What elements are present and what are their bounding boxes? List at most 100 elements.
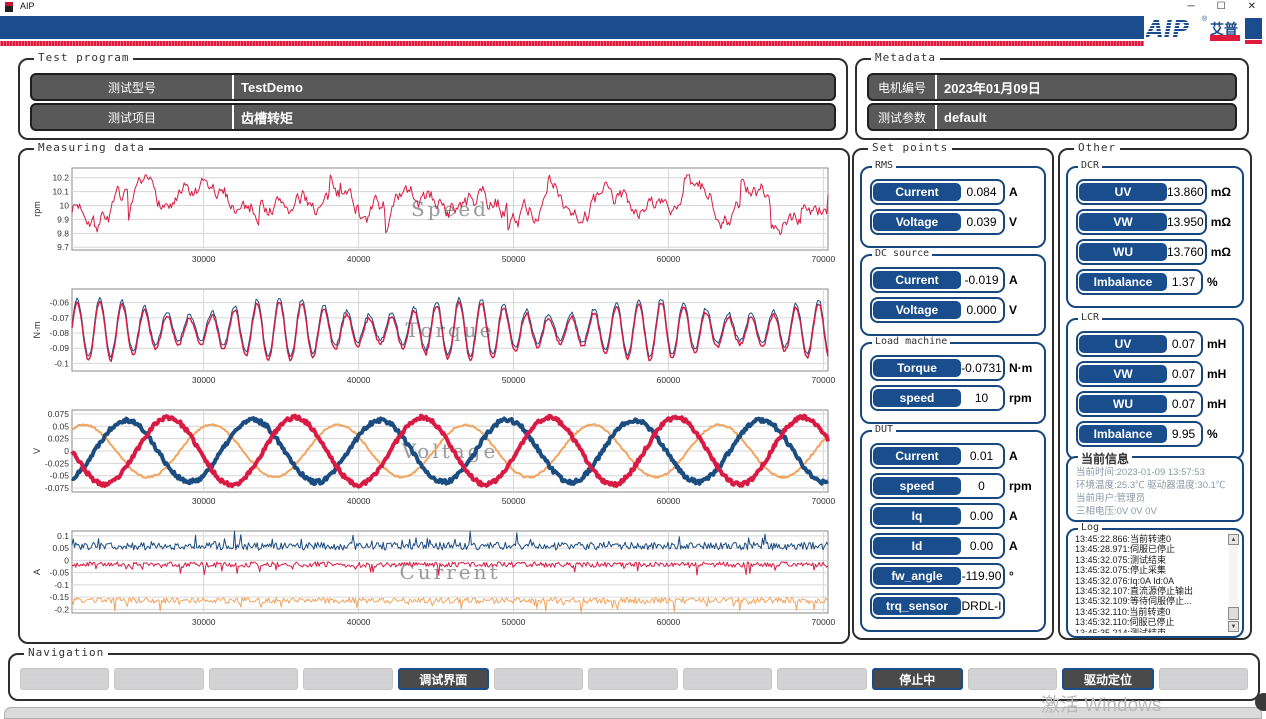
nav-button-disabled-4[interactable] xyxy=(303,668,392,690)
field-frame: Current-0.019 xyxy=(870,267,1005,293)
log-title: Log xyxy=(1078,522,1102,533)
svg-text:40000: 40000 xyxy=(347,254,371,264)
field-value[interactable]: 0.01 xyxy=(961,449,1002,463)
field-value[interactable]: 0.000 xyxy=(961,303,1002,317)
setpoint-load-machine-group: Load machineTorque-0.0731N·mspeed10rpm xyxy=(860,342,1046,424)
nav-button-disabled-11[interactable] xyxy=(968,668,1057,690)
minimize-button[interactable]: ─ xyxy=(1188,0,1195,14)
nav-button-disabled-2[interactable] xyxy=(114,668,203,690)
chart-voltage: 0.0750.050.0250-0.025-0.05-0.07530000400… xyxy=(28,404,840,525)
nav-button-disabled-8[interactable] xyxy=(683,668,772,690)
lcr-title: LCR xyxy=(1078,312,1102,323)
svg-text:10.1: 10.1 xyxy=(52,187,69,197)
group-title: Test program xyxy=(34,51,133,64)
log-list[interactable]: 13:45:22.866:当前转速013:45:28.971:伺服已停止13:4… xyxy=(1075,534,1224,633)
svg-text:0.05: 0.05 xyxy=(52,543,69,553)
lcr-row-imbalance: Imbalance9.95% xyxy=(1076,422,1234,446)
log-scrollbar[interactable]: ▲ ▼ xyxy=(1228,534,1239,632)
group-title: Metadata xyxy=(871,51,940,64)
nav-button-disabled-3[interactable] xyxy=(209,668,298,690)
field-label: VW xyxy=(1079,365,1167,383)
test-model-value[interactable]: TestDemo xyxy=(234,75,834,99)
nav-button-disabled-1[interactable] xyxy=(20,668,109,690)
field-frame: Imbalance1.37 xyxy=(1076,269,1203,295)
field-frame: VW0.07 xyxy=(1076,361,1203,387)
nav-button-disabled-9[interactable] xyxy=(777,668,866,690)
nav-button-drive-positioning[interactable]: 驱动定位 xyxy=(1062,668,1153,690)
lcr-row-uv: UV0.07mH xyxy=(1076,332,1234,356)
setpoint-dut-row-current: Current0.01A xyxy=(870,444,1036,468)
log-entry: 13:45:32.075:停止采集 xyxy=(1075,565,1224,575)
field-frame: fw_angle-119.90 xyxy=(870,563,1005,589)
svg-text:10: 10 xyxy=(60,201,70,211)
test-param-value[interactable]: default xyxy=(937,105,1235,129)
setpoint-dc-source-group: DC sourceCurrent-0.019AVoltage0.000V xyxy=(860,254,1046,336)
svg-text:9.9: 9.9 xyxy=(57,214,69,224)
log-entry: 13:45:28.971:伺服已停止 xyxy=(1075,544,1224,554)
current-info-box: 当前信息 当前时间:2023-01-09 13:57:53环境温度:25.3℃ … xyxy=(1066,456,1244,522)
svg-text:50000: 50000 xyxy=(502,617,526,627)
brand-banner-stripe xyxy=(0,41,1150,46)
scrollbar-thumb[interactable] xyxy=(1228,607,1239,620)
svg-text:50000: 50000 xyxy=(502,375,526,385)
field-label: trq_sensor xyxy=(873,597,961,615)
scroll-down-icon[interactable]: ▼ xyxy=(1228,621,1239,632)
field-value[interactable]: -0.0731 xyxy=(961,361,1002,375)
setpoint-dc-source-row-current: Current-0.019 A xyxy=(870,268,1036,292)
field-unit: A xyxy=(1009,273,1036,287)
field-value[interactable]: 0.00 xyxy=(961,509,1002,523)
field-value[interactable]: 0 xyxy=(961,479,1002,493)
field-label: Id xyxy=(873,537,961,555)
field-unit: A xyxy=(1009,509,1036,523)
field-value[interactable]: 10 xyxy=(961,391,1002,405)
svg-text:50000: 50000 xyxy=(502,496,526,506)
svg-text:-0.025: -0.025 xyxy=(45,458,69,468)
field-unit: V xyxy=(1009,215,1036,229)
svg-text:70000: 70000 xyxy=(812,254,836,264)
field-value[interactable]: DRDL-I xyxy=(961,599,1002,613)
field-value[interactable]: 0.084 xyxy=(961,185,1002,199)
field-value[interactable]: 0.039 xyxy=(961,215,1002,229)
field-label: UV xyxy=(1079,335,1167,353)
motor-id-value[interactable]: 2023年01月09日 xyxy=(937,75,1235,99)
field-value[interactable]: 0.00 xyxy=(961,539,1002,553)
group-title: Set points xyxy=(868,141,952,154)
test-param-row: 测试参数 default xyxy=(867,103,1237,131)
test-item-value[interactable]: 齿槽转矩 xyxy=(234,105,834,129)
nav-button-stopping[interactable]: 停止中 xyxy=(872,668,963,690)
nav-button-debug-interface[interactable]: 调试界面 xyxy=(398,668,489,690)
maximize-button[interactable]: ☐ xyxy=(1217,0,1226,14)
field-value: 9.95 xyxy=(1167,427,1200,441)
field-unit: % xyxy=(1207,427,1234,441)
svg-text:rpm: rpm xyxy=(32,201,42,217)
nav-button-disabled-7[interactable] xyxy=(588,668,677,690)
svg-text:-0.075: -0.075 xyxy=(45,483,69,493)
svg-text:N·m: N·m xyxy=(32,322,42,339)
close-button[interactable]: ✕ xyxy=(1248,0,1256,14)
test-item-row: 测试项目 齿槽转矩 xyxy=(30,103,836,131)
svg-text:50000: 50000 xyxy=(502,254,526,264)
field-unit: rpm xyxy=(1009,391,1036,405)
field-value[interactable]: -0.019 xyxy=(961,273,1002,287)
field-label: Current xyxy=(873,447,961,465)
field-frame: Torque-0.0731 xyxy=(870,355,1005,381)
field-label: speed xyxy=(873,477,961,495)
lcr-group: LCRUV0.07mHVW0.07mHWU0.07mHImbalance9.95… xyxy=(1066,318,1244,460)
svg-text:10.2: 10.2 xyxy=(52,173,69,183)
svg-text:0: 0 xyxy=(64,555,69,565)
svg-text:-0.08: -0.08 xyxy=(50,328,70,338)
setpoint-dut-row-iq: Iq0.00 A xyxy=(870,504,1036,528)
field-value[interactable]: -119.90 xyxy=(961,569,1002,583)
nav-button-disabled-6[interactable] xyxy=(494,668,583,690)
svg-text:60000: 60000 xyxy=(657,375,681,385)
nav-button-disabled-13[interactable] xyxy=(1159,668,1248,690)
edge-widget[interactable] xyxy=(1255,693,1266,711)
svg-text:-0.1: -0.1 xyxy=(54,580,69,590)
field-label: 测试项目 xyxy=(32,105,232,129)
scroll-up-icon[interactable]: ▲ xyxy=(1228,534,1239,545)
field-value: 1.37 xyxy=(1167,275,1200,289)
field-label: WU xyxy=(1079,243,1167,261)
field-label: Iq xyxy=(873,507,961,525)
svg-text:-0.15: -0.15 xyxy=(50,592,70,602)
navigation-buttons: 调试界面 停止中 驱动定位 xyxy=(20,668,1248,690)
